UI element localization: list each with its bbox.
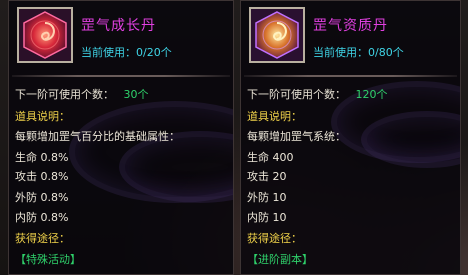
source-link[interactable]: 【进阶副本】 [247, 251, 313, 267]
next-tier-value: 30个 [123, 88, 149, 101]
next-tier-label: 下一阶可使用个数： [247, 88, 346, 101]
stat-hp: 生命 0.8% [15, 151, 69, 164]
item-tooltip-growth-pill: 罡气成长丹 当前使用：0/20个 下一阶可使用个数： 30个 道具说明： 每颗增… [8, 0, 234, 275]
desc-title: 道具说明： [15, 110, 70, 123]
item-name: 罡气资质丹 [313, 18, 388, 34]
divider [12, 75, 230, 77]
next-tier-row: 下一阶可使用个数： 30个 [15, 86, 149, 102]
desc-title: 道具说明： [247, 110, 302, 123]
stat-inner-def: 内防 10 [247, 211, 287, 224]
gold-swirl-gem-icon [249, 7, 305, 63]
stat-attack: 攻击 20 [247, 170, 287, 183]
tooltip-header: 罡气成长丹 当前使用：0/20个 [9, 1, 233, 76]
next-tier-row: 下一阶可使用个数： 120个 [247, 86, 388, 102]
stat-inner-def: 内防 0.8% [15, 211, 69, 224]
divider [244, 75, 457, 77]
source-title: 获得途径： [247, 232, 302, 245]
stat-hp: 生命 400 [247, 151, 294, 164]
source-title: 获得途径： [15, 232, 70, 245]
stat-attack: 攻击 0.8% [15, 170, 69, 183]
usage-count: 当前使用：0/80个 [313, 46, 404, 59]
next-tier-value: 120个 [355, 88, 388, 101]
decorative-swirl [69, 101, 233, 203]
red-swirl-gem-icon [17, 7, 73, 63]
stat-outer-def: 外防 10 [247, 191, 287, 204]
tooltip-header: 罡气资质丹 当前使用：0/80个 [241, 1, 460, 76]
desc-text: 每颗增加罡气系统： [247, 130, 346, 143]
stat-outer-def: 外防 0.8% [15, 191, 69, 204]
source-link[interactable]: 【特殊活动】 [15, 251, 81, 267]
usage-count: 当前使用：0/20个 [81, 46, 172, 59]
item-tooltip-aptitude-pill: 罡气资质丹 当前使用：0/80个 下一阶可使用个数： 120个 道具说明： 每颗… [240, 0, 461, 275]
decorative-swirl [361, 111, 460, 168]
next-tier-label: 下一阶可使用个数： [15, 88, 114, 101]
item-name: 罡气成长丹 [81, 18, 156, 34]
desc-text: 每颗增加罡气百分比的基础属性： [15, 130, 180, 143]
